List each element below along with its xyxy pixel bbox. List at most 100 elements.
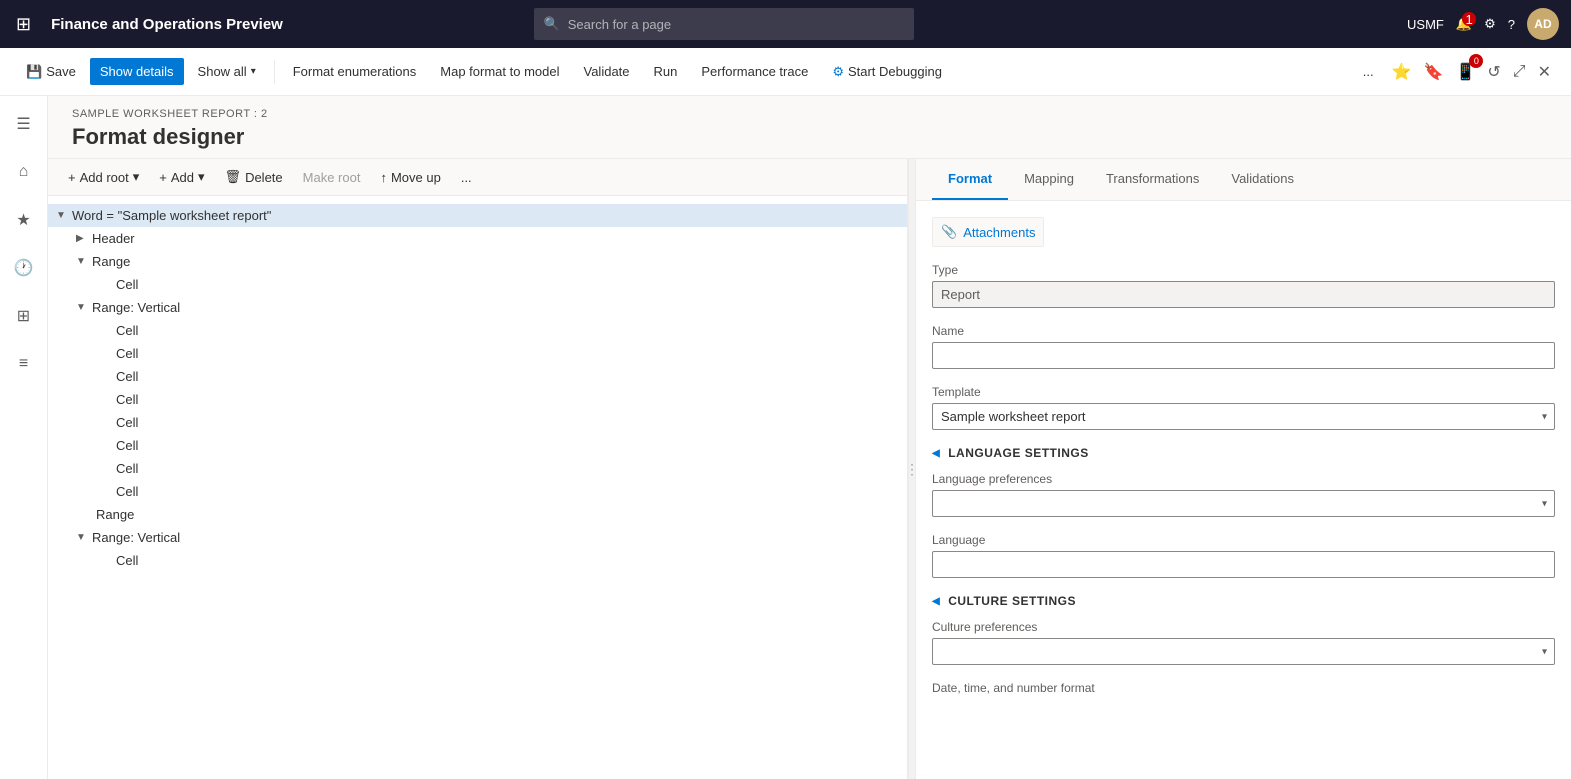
page-content: SAMPLE WORKSHEET REPORT : 2 Format desig… <box>48 96 1571 779</box>
language-input[interactable] <box>932 551 1555 578</box>
sidebar-star[interactable]: ★ <box>4 200 44 240</box>
tree-item-text: Range <box>92 254 899 269</box>
tab-transformations[interactable]: Transformations <box>1090 159 1215 200</box>
more-button[interactable]: ... <box>1353 58 1384 85</box>
make-root-button[interactable]: Make root <box>295 166 369 189</box>
save-button[interactable]: 💾 Save <box>16 58 86 86</box>
add-label: Add <box>171 170 194 185</box>
open-new-icon[interactable]: ⤢ <box>1509 59 1530 85</box>
delete-button[interactable]: 🗑 Delete <box>217 165 291 189</box>
start-debug-button[interactable]: ⚙ Start Debugging <box>822 58 952 86</box>
name-input[interactable] <box>932 342 1555 369</box>
properties-panel: FormatMappingTransformationsValidations … <box>916 159 1571 779</box>
tree-item-word[interactable]: ▼Word = "Sample worksheet report" <box>48 204 907 227</box>
type-input[interactable] <box>932 281 1555 308</box>
apps-icon[interactable]: 📱 0 <box>1451 58 1479 86</box>
move-up-button[interactable]: ↑ Move up <box>372 166 448 189</box>
user-avatar[interactable]: AD <box>1527 8 1559 40</box>
bookmark-icon[interactable]: 🔖 <box>1420 58 1448 86</box>
app-title: Finance and Operations Preview <box>51 16 283 33</box>
tree-item-text: Cell <box>116 553 899 568</box>
show-details-label: Show details <box>100 64 174 79</box>
tree-item-cell_currency[interactable]: Cell <box>48 480 907 503</box>
map-format-button[interactable]: Map format to model <box>430 58 569 85</box>
move-up-label: Move up <box>391 170 441 185</box>
attachments-link[interactable]: 📎 Attachments <box>932 217 1044 247</box>
tree-item-cell_routing[interactable]: Cell <box>48 388 907 411</box>
template-label: Template <box>932 385 1555 399</box>
tree-item-range_summary_lines[interactable]: ▼Range: Vertical <box>48 526 907 549</box>
close-icon[interactable]: ✕ <box>1534 58 1555 86</box>
culture-prefs-select[interactable] <box>932 638 1555 665</box>
settings-icon[interactable]: ⚙ <box>1484 16 1496 32</box>
top-nav-right: USMF 🔔 1 ⚙ ? AD <box>1407 8 1559 40</box>
template-select[interactable]: Sample worksheet report <box>932 403 1555 430</box>
start-debug-label: Start Debugging <box>848 64 942 79</box>
user-company: USMF <box>1407 17 1444 32</box>
tree-item-cell_credit[interactable]: Cell <box>48 457 907 480</box>
help-icon[interactable]: ? <box>1508 17 1515 32</box>
tree-item-header[interactable]: ▶Header <box>48 227 907 250</box>
tree-collapse-icon[interactable]: ▼ <box>56 210 68 221</box>
props-tabs: FormatMappingTransformationsValidations <box>916 159 1571 201</box>
sidebar-hamburger[interactable]: ☰ <box>4 104 44 144</box>
favorites-icon[interactable]: ⭐ <box>1388 58 1416 86</box>
add-root-label: Add root <box>80 170 129 185</box>
sep-1 <box>274 60 275 84</box>
notification-icon[interactable]: 🔔 1 <box>1456 16 1472 32</box>
tree-item-range_report_header[interactable]: ▼ Range <box>48 250 907 273</box>
tree-expand-icon[interactable]: ▶ <box>76 233 88 244</box>
show-details-button[interactable]: Show details <box>90 58 184 85</box>
save-label: Save <box>46 64 76 79</box>
language-label: Language <box>932 533 1555 547</box>
tree-more-button[interactable]: ... <box>453 166 480 189</box>
waffle-icon[interactable]: ⊞ <box>12 10 35 39</box>
show-all-dropdown-arrow: ▾ <box>251 66 256 77</box>
refresh-icon[interactable]: ↺ <box>1483 58 1504 86</box>
perf-trace-button[interactable]: Performance trace <box>691 58 818 85</box>
format-enum-button[interactable]: Format enumerations <box>283 58 427 85</box>
add-button[interactable]: + Add ▾ <box>151 165 212 189</box>
culture-settings-header[interactable]: ◀ CULTURE SETTINGS <box>932 594 1555 608</box>
show-all-button[interactable]: Show all ▾ <box>188 58 266 85</box>
type-label: Type <box>932 263 1555 277</box>
tree-body[interactable]: ▼Word = "Sample worksheet report"▶Header… <box>48 196 907 779</box>
format-enum-label: Format enumerations <box>293 64 417 79</box>
lang-prefs-select[interactable] <box>932 490 1555 517</box>
tree-item-cell_account_number[interactable]: Cell <box>48 411 907 434</box>
top-nav: ⊞ Finance and Operations Preview 🔍 USMF … <box>0 0 1571 48</box>
tree-item-cell_debit[interactable]: Cell <box>48 434 907 457</box>
tree-item-range_summary_header[interactable]: Range <box>48 503 907 526</box>
lang-collapse-icon: ◀ <box>932 448 940 459</box>
language-settings-header[interactable]: ◀ LANGUAGE SETTINGS <box>932 446 1555 460</box>
tab-format[interactable]: Format <box>932 159 1008 200</box>
sidebar-list[interactable]: ≡ <box>4 344 44 384</box>
tree-item-cell_company_name[interactable]: Cell <box>48 273 907 296</box>
page-title: Format designer <box>72 124 1547 150</box>
validate-button[interactable]: Validate <box>574 58 640 85</box>
search-input[interactable] <box>568 17 904 32</box>
notification-badge: 1 <box>1462 12 1476 26</box>
date-format-group: Date, time, and number format <box>932 681 1555 695</box>
tree-item-text: Range: Vertical <box>92 300 899 315</box>
tab-mapping[interactable]: Mapping <box>1008 159 1090 200</box>
add-root-button[interactable]: + Add root ▾ <box>60 165 147 189</box>
breadcrumb: SAMPLE WORKSHEET REPORT : 2 <box>72 108 1547 120</box>
tree-item-cell_bank[interactable]: Cell <box>48 365 907 388</box>
tab-validations[interactable]: Validations <box>1215 159 1310 200</box>
sidebar-home[interactable]: ⌂ <box>4 152 44 192</box>
sidebar-workspace[interactable]: ⊞ <box>4 296 44 336</box>
culture-prefs-label: Culture preferences <box>932 620 1555 634</box>
tree-item-cell_vend_account[interactable]: Cell <box>48 319 907 342</box>
tree-item-cell_vend_name[interactable]: Cell <box>48 342 907 365</box>
tree-collapse-icon[interactable]: ▼ <box>76 256 88 267</box>
tree-item-cell_summary_currency[interactable]: Cell <box>48 549 907 572</box>
tree-item-range_paym_lines[interactable]: ▼ Range: Vertical <box>48 296 907 319</box>
sidebar-recent[interactable]: 🕐 <box>4 248 44 288</box>
tree-collapse-icon[interactable]: ▼ <box>76 302 88 313</box>
run-button[interactable]: Run <box>644 58 688 85</box>
tree-item-text: Cell <box>116 277 899 292</box>
tree-collapse-icon[interactable]: ▼ <box>76 532 88 543</box>
template-select-wrapper: Sample worksheet report ▾ <box>932 403 1555 430</box>
panel-splitter[interactable] <box>908 159 916 779</box>
